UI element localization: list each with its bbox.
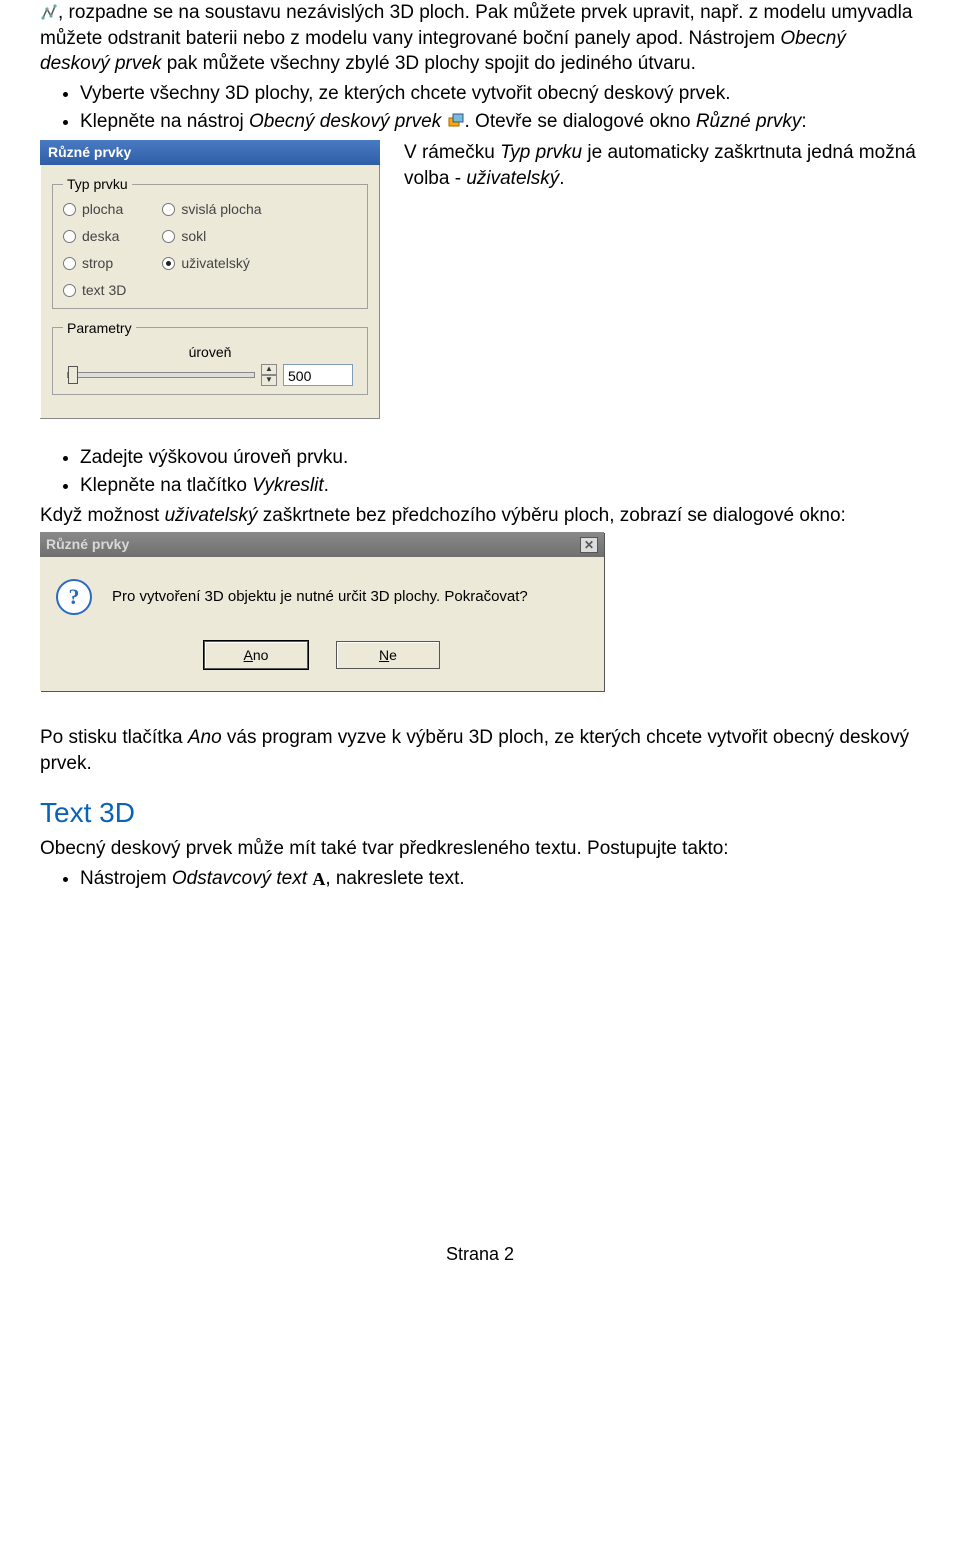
dialog-ruzne-prvky-panel: Různé prvky Typ prvku plocha deska strop… [40, 140, 380, 419]
bullet-1-2-it2: Různé prvky [696, 111, 802, 132]
bullet-1-1: Vyberte všechny 3D plochy, ze kterých ch… [80, 81, 920, 107]
bullet-2-2-it: Vykreslit [252, 475, 323, 496]
close-icon[interactable]: ✕ [580, 537, 598, 553]
side-note-typ-prvku: V rámečku Typ prvku je automaticky zaškr… [404, 140, 920, 191]
side-note-it2: uživatelský [466, 168, 559, 189]
legend-typ: Typ prvku [63, 175, 132, 194]
layers-icon [447, 112, 465, 130]
bullet-2-1: Zadejte výškovou úroveň prvku. [80, 445, 920, 471]
heading-text-3d: Text 3D [40, 794, 920, 832]
ne-button[interactable]: Ne [336, 641, 440, 669]
radio-svisla-plocha[interactable]: svislá plocha [162, 200, 261, 219]
radio-text3d[interactable]: text 3D [63, 281, 126, 300]
radio-uzivatelsky[interactable]: uživatelský [162, 254, 261, 273]
question-icon: ? [56, 579, 92, 615]
paragraph-text3d: Obecný deskový prvek může mít také tvar … [40, 836, 920, 862]
dialog2-title: Různé prvky [46, 535, 129, 554]
ano-button[interactable]: Ano [204, 641, 308, 669]
radio-plocha[interactable]: plocha [63, 200, 126, 219]
page-footer: Strana 2 [40, 1242, 920, 1266]
bullet-2-2: Klepněte na tlačítko Vykreslit. [80, 473, 920, 499]
polyline-icon [40, 3, 58, 21]
radio-strop[interactable]: strop [63, 254, 126, 273]
fieldset-typ-prvku: Typ prvku plocha deska strop text 3D svi… [52, 175, 368, 308]
bullet-1-2-it: Obecný deskový prvek [249, 111, 441, 132]
dialog-ruzne-prvky-confirm: Různé prvky ✕ ? Pro vytvoření 3D objektu… [40, 532, 604, 691]
radio-deska[interactable]: deska [63, 227, 126, 246]
bullet-list-1: Vyberte všechny 3D plochy, ze kterých ch… [40, 81, 920, 134]
side-note-it1: Typ prvku [500, 142, 582, 163]
text-a-icon: A [312, 867, 325, 891]
param-label-uroven: úroveň [63, 343, 357, 362]
dialog2-message: Pro vytvoření 3D objektu je nutné určit … [112, 587, 528, 607]
step-up-icon[interactable]: ▲ [261, 364, 277, 375]
bullet-list-3: Nástrojem Odstavcový text A, nakreslete … [40, 866, 920, 892]
bullet-3-1: Nástrojem Odstavcový text A, nakreslete … [80, 866, 920, 892]
legend-param: Parametry [63, 319, 136, 338]
p-after2-it: Ano [188, 727, 222, 748]
intro-text-2: pak můžete všechny zbylé 3D plochy spoji… [161, 53, 695, 74]
bullet-3-it: Odstavcový text [172, 868, 307, 889]
level-slider[interactable] [67, 372, 255, 378]
p-after-it: uživatelský [165, 505, 258, 526]
step-down-icon[interactable]: ▼ [261, 375, 277, 386]
paragraph-after-bullets2: Když možnost uživatelský zaškrtnete bez … [40, 503, 920, 529]
fieldset-parametry: Parametry úroveň ▲ ▼ 500 [52, 319, 368, 396]
intro-paragraph-1: , rozpadne se na soustavu nezávislých 3D… [40, 0, 920, 77]
bullet-list-2: Zadejte výškovou úroveň prvku. Klepněte … [40, 445, 920, 498]
radio-sokl[interactable]: sokl [162, 227, 261, 246]
dialog1-title: Různé prvky [40, 140, 380, 165]
level-stepper[interactable]: ▲ ▼ [261, 364, 277, 386]
paragraph-after-dialog2: Po stisku tlačítka Ano vás program vyzve… [40, 725, 920, 776]
level-value-field[interactable]: 500 [283, 364, 353, 386]
bullet-1-2: Klepněte na nástroj Obecný deskový prvek… [80, 109, 920, 135]
